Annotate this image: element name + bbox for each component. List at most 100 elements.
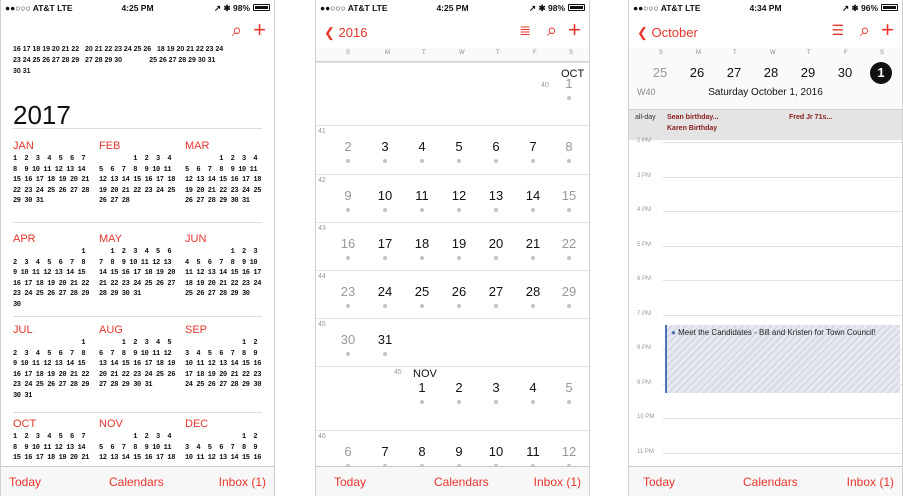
day-cell[interactable]: 29 [554,284,584,299]
month-dec[interactable]: DEC 1 2 3 4 5 6 7 8 9 10 11 12 13 14 15 … [185,418,269,464]
day-cell[interactable]: 30 [333,332,363,347]
search-icon[interactable]: ⌕ [860,20,870,40]
day-cell[interactable]: 7 [518,139,548,154]
week-day[interactable]: 27 [723,62,745,84]
week-number: 43 [318,225,326,232]
week-day[interactable]: 25 [649,62,671,84]
day-cell[interactable]: 20 [481,236,511,251]
calendars-button[interactable]: Calendars [743,475,798,489]
dow-label: F [533,50,537,56]
back-button[interactable]: ❮ 2016 [324,23,367,43]
day-cell[interactable]: 3 [481,380,511,395]
inbox-button[interactable]: Inbox (1) [219,475,266,489]
month-sep[interactable]: SEP 1 2 3 4 5 6 7 8 9 10 11 12 13 14 15 … [185,324,269,391]
selected-date-label: Saturday October 1, 2016 [708,87,823,98]
add-event-icon[interactable]: + [881,19,894,41]
day-cell[interactable]: 5 [444,139,474,154]
inbox-button[interactable]: Inbox (1) [534,475,581,489]
selected-day[interactable]: 1 [870,62,892,84]
week-day[interactable]: 29 [797,62,819,84]
day-cell[interactable]: 13 [481,188,511,203]
hour-label: 2 PM [637,138,652,144]
day-cell[interactable]: 10 [481,444,511,459]
list-view-icon[interactable]: ☰ [831,20,844,40]
day-cell[interactable]: 26 [444,284,474,299]
chevron-left-icon: ❮ [637,25,648,40]
month-nov[interactable]: NOV 1 2 3 4 5 6 7 8 9 10 11 12 13 14 15 … [99,418,183,464]
month-mar[interactable]: MAR 1 2 3 4 5 6 7 8 9 10 11 12 13 14 15 … [185,140,269,207]
month-apr[interactable]: APR 1 2 3 4 5 6 7 8 9 10 11 12 13 14 15 … [13,233,97,310]
day-cell[interactable]: 22 [554,236,584,251]
month-oct[interactable]: OCT 1 2 3 4 5 6 7 8 9 10 11 12 13 14 15 1… [13,418,97,464]
day-cell[interactable]: 4 [518,380,548,395]
search-icon[interactable]: ⌕ [547,20,557,40]
week-day[interactable]: 30 [834,62,856,84]
day-cell[interactable]: 23 [333,284,363,299]
day-cell[interactable]: 4 [407,139,437,154]
event-dot [531,208,535,212]
day-cell[interactable]: 2 [333,139,363,154]
day-cell[interactable]: 15 [554,188,584,203]
month-name: DEC [185,418,209,430]
day-cell[interactable]: 11 [518,444,548,459]
day-cell[interactable]: 25 [407,284,437,299]
day-cell[interactable]: 14 [518,188,548,203]
day-cell[interactable]: 27 [481,284,511,299]
today-button[interactable]: Today [9,475,41,489]
day-cell[interactable]: 8 [407,444,437,459]
day-cell[interactable]: 31 [370,332,400,347]
today-button[interactable]: Today [643,475,675,489]
day-cell[interactable]: 21 [518,236,548,251]
calendars-button[interactable]: Calendars [109,475,164,489]
add-event-icon[interactable]: + [568,19,581,41]
day-cell[interactable]: 11 [407,188,437,203]
day-cell[interactable]: 8 [554,139,584,154]
month-days: 1 2 3 4 5 6 7 8 9 10 11 12 13 14 15 16 1… [13,433,90,462]
back-label: October [651,25,698,40]
add-event-icon[interactable]: + [253,19,266,41]
day-cell[interactable]: 18 [407,236,437,251]
day-cell[interactable]: 5 [554,380,584,395]
all-day-event[interactable]: Sean birthday... [667,114,719,121]
dow-label: S [569,50,574,56]
event-dot [457,304,461,308]
all-day-event[interactable]: Karen Birthday [667,125,717,132]
day-cell[interactable]: 16 [333,236,363,251]
day-cell[interactable]: 2 [444,380,474,395]
month-name: JUL [13,324,33,336]
week-day[interactable]: 26 [686,62,708,84]
day-cell[interactable]: 12 [444,188,474,203]
day-cell[interactable]: 9 [333,188,363,203]
day-cell[interactable]: 19 [444,236,474,251]
month-feb[interactable]: FEB 1 2 3 4 5 6 7 8 9 10 11 12 13 14 15 … [99,140,183,207]
month-may[interactable]: MAY 1 2 3 4 5 6 7 8 9 10 11 12 13 14 15 … [99,233,183,300]
search-icon[interactable]: ⌕ [232,20,242,40]
day-cell[interactable]: 3 [370,139,400,154]
hour-line [663,314,902,316]
calendars-button[interactable]: Calendars [434,475,489,489]
day-cell[interactable]: 24 [370,284,400,299]
day-cell[interactable]: 12 [554,444,584,459]
month-aug[interactable]: AUG 1 2 3 4 5 6 7 8 9 10 11 12 13 14 15 … [99,324,183,391]
month-days: 1 2 3 4 5 6 7 8 9 10 11 12 13 14 15 16 1… [185,339,262,389]
day-cell[interactable]: 10 [370,188,400,203]
day-cell[interactable]: 28 [518,284,548,299]
day-cell[interactable]: 6 [481,139,511,154]
day-cell[interactable]: 9 [444,444,474,459]
today-button[interactable]: Today [334,475,366,489]
all-day-event[interactable]: Fred Jr 71s... [789,114,832,121]
month-jun[interactable]: JUN 1 2 3 4 5 6 7 8 9 10 11 12 13 14 15 … [185,233,269,300]
day-cell[interactable]: 7 [370,444,400,459]
calendar-event[interactable]: ● Meet the Candidates - Bill and Kristen… [665,325,900,393]
day-cell[interactable]: 6 [333,444,363,459]
tab-bar: Today Calendars Inbox (1) [629,466,902,496]
hour-line [663,211,902,212]
inbox-button[interactable]: Inbox (1) [847,475,894,489]
month-jan[interactable]: JAN 1 2 3 4 5 6 7 8 9 10 11 12 13 14 15 1… [13,140,97,207]
week-day[interactable]: 28 [760,62,782,84]
day-cell[interactable]: 17 [370,236,400,251]
back-button[interactable]: ❮ October [637,23,698,43]
list-view-icon[interactable]: ≣ [519,20,531,40]
day-cell[interactable]: 1 [407,380,437,395]
month-jul[interactable]: JUL 1 2 3 4 5 6 7 8 9 10 11 12 13 14 15 … [13,324,97,401]
